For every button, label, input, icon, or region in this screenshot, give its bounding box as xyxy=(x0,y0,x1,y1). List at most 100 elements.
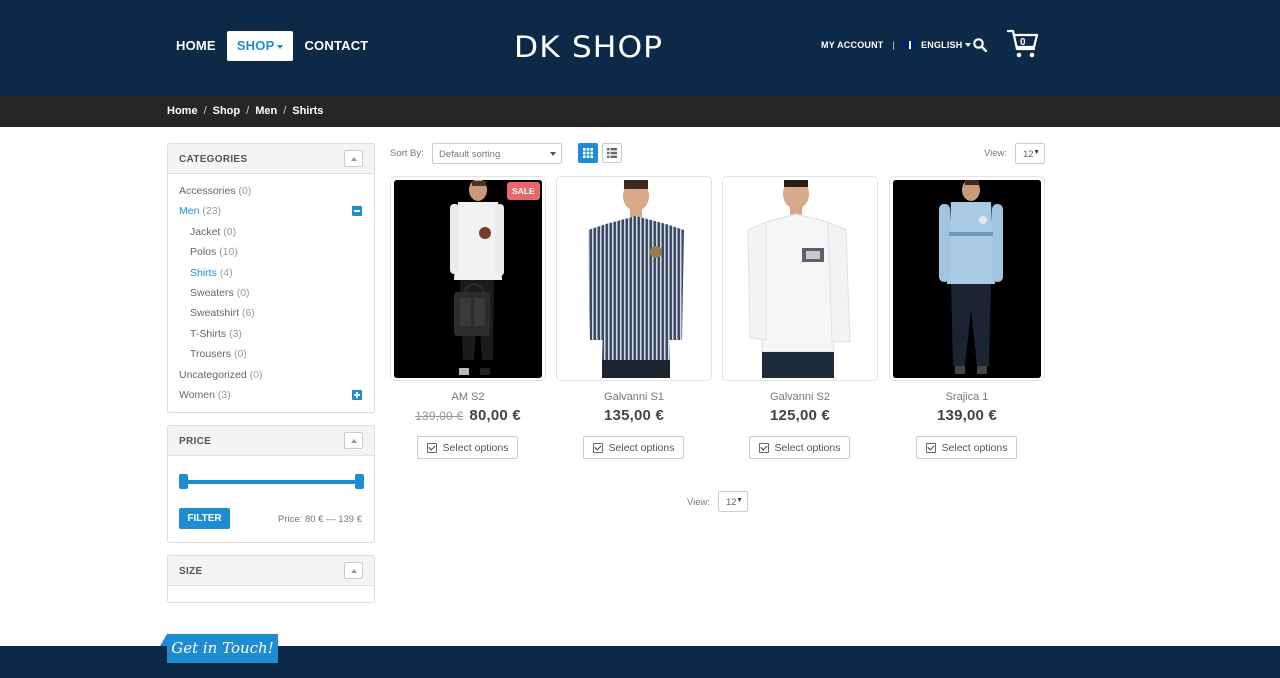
breadcrumb-bar: Home / Shop / Men / Shirts xyxy=(0,96,1280,127)
select-options-button[interactable]: Select options xyxy=(583,436,684,459)
product-name[interactable]: AM S2 xyxy=(390,391,546,403)
site-logo[interactable]: DK SHOP xyxy=(514,30,663,64)
slider-min-handle[interactable] xyxy=(179,474,188,489)
widget-header: PRICE xyxy=(168,426,374,456)
category-list: Accessories (0) Men (23) Jacket (0) Polo… xyxy=(168,174,374,408)
category-tshirts[interactable]: T-Shirts (3) xyxy=(168,327,374,347)
category-sweaters[interactable]: Sweaters (0) xyxy=(168,286,374,306)
categories-widget: CATEGORIES Accessories (0) Men (23) Jack… xyxy=(167,143,375,413)
category-uncategorized[interactable]: Uncategorized (0) xyxy=(168,368,374,388)
widget-header: CATEGORIES xyxy=(168,144,374,174)
select-options-button[interactable]: Select options xyxy=(417,436,518,459)
product-image[interactable] xyxy=(722,176,878,381)
language-label: ENGLISH xyxy=(921,40,963,50)
breadcrumb-men[interactable]: Men xyxy=(255,105,277,117)
product-image[interactable] xyxy=(889,176,1045,381)
breadcrumb-shop[interactable]: Shop xyxy=(213,105,241,117)
category-accessories[interactable]: Accessories (0) xyxy=(168,184,374,204)
price-title: PRICE xyxy=(179,436,212,447)
breadcrumb-home[interactable]: Home xyxy=(167,105,198,117)
category-sweatshirt[interactable]: Sweatshirt (6) xyxy=(168,306,374,326)
language-selector[interactable]: ENGLISH xyxy=(904,40,972,50)
view-label: View: xyxy=(984,148,1008,159)
get-in-touch-tab[interactable]: Get in Touch! xyxy=(160,634,278,663)
collapse-button[interactable] xyxy=(344,562,363,579)
product-price: 139,00 € 80,00 € xyxy=(390,407,546,424)
collapse-minus-icon[interactable] xyxy=(352,206,362,217)
select-options-button[interactable]: Select options xyxy=(749,436,850,459)
product-photo-srajica-1 xyxy=(893,180,1041,378)
my-account-link[interactable]: MY ACCOUNT xyxy=(821,40,884,50)
category-women[interactable]: Women (3) xyxy=(168,388,374,408)
account-bar: MY ACCOUNT | ENGLISH xyxy=(821,40,972,50)
product-image[interactable] xyxy=(556,176,712,381)
collapse-button[interactable] xyxy=(344,432,363,449)
search-icon[interactable] xyxy=(973,38,987,52)
nav-shop[interactable]: SHOP xyxy=(226,31,294,61)
price-widget: PRICE FILTER Price: 80 € — 139 € xyxy=(167,425,375,543)
check-square-icon xyxy=(925,442,936,453)
filter-button[interactable]: FILTER xyxy=(179,508,230,529)
divider: | xyxy=(892,40,896,50)
caret-down-icon xyxy=(550,152,556,156)
product-name[interactable]: Galvanni S1 xyxy=(556,391,712,403)
price-slider[interactable] xyxy=(179,474,364,489)
select-options-button[interactable]: Select options xyxy=(916,436,1017,459)
nav-contact[interactable]: CONTACT xyxy=(295,31,377,61)
old-price: 139,00 € xyxy=(415,409,464,423)
check-square-icon xyxy=(758,442,769,453)
product-price: 135,00 € xyxy=(604,407,664,424)
view-count-value: 12 xyxy=(726,497,737,508)
category-jacket[interactable]: Jacket (0) xyxy=(168,225,374,245)
product-name[interactable]: Srajica 1 xyxy=(889,391,1045,403)
product-photo-galvanni-s1 xyxy=(588,180,684,378)
category-shirts[interactable]: Shirts (4) xyxy=(168,266,374,286)
sale-price: 80,00 € xyxy=(469,407,521,424)
view-count-select-bottom[interactable]: 12 ▼ xyxy=(718,491,748,512)
collapse-button[interactable] xyxy=(344,150,363,167)
breadcrumb-separator: / xyxy=(283,105,287,117)
product-price: 139,00 € xyxy=(937,407,997,424)
list-icon xyxy=(607,148,617,158)
caret-down-icon xyxy=(277,44,284,49)
check-square-icon xyxy=(592,442,603,453)
breadcrumb-separator: / xyxy=(246,105,250,117)
cart-count: 0 xyxy=(1020,37,1026,48)
caret-down-icon xyxy=(965,43,972,47)
grid-view-button[interactable] xyxy=(578,143,598,163)
category-trousers[interactable]: Trousers (0) xyxy=(168,347,374,367)
sort-label: Sort By: xyxy=(390,148,424,159)
breadcrumb: Home / Shop / Men / Shirts xyxy=(167,105,323,117)
view-label-bottom: View: xyxy=(687,497,711,508)
slider-max-handle[interactable] xyxy=(355,474,364,489)
nav-shop-label: SHOP xyxy=(236,38,275,53)
sort-select[interactable]: Default sorting xyxy=(432,143,562,164)
price-range-text: Price: 80 € — 139 € xyxy=(278,514,362,525)
main-nav: HOME SHOP CONTACT xyxy=(167,31,377,61)
list-view-button[interactable] xyxy=(602,143,622,163)
cart-button[interactable]: 0 xyxy=(1006,27,1040,61)
view-count-select[interactable]: 12 ▼ xyxy=(1015,143,1045,164)
category-men[interactable]: Men (23) xyxy=(168,204,374,224)
caret-down-icon: ▼ xyxy=(736,497,743,504)
category-polos[interactable]: Polos (10) xyxy=(168,245,374,265)
sort-value: Default sorting xyxy=(439,149,501,160)
product-photo-galvanni-s2 xyxy=(747,180,851,378)
grid-icon xyxy=(583,148,593,158)
uk-flag-icon xyxy=(904,41,917,49)
view-count-value: 12 xyxy=(1023,149,1034,160)
size-widget: SIZE xyxy=(167,555,375,603)
product-name[interactable]: Galvanni S2 xyxy=(722,391,878,403)
check-square-icon xyxy=(426,442,437,453)
caret-down-icon: ▼ xyxy=(1033,149,1040,156)
widget-header: SIZE xyxy=(168,556,374,586)
nav-home[interactable]: HOME xyxy=(167,31,225,61)
product-image[interactable]: SALE xyxy=(390,176,546,381)
product-price: 125,00 € xyxy=(770,407,830,424)
sale-badge: SALE xyxy=(507,182,540,200)
breadcrumb-separator: / xyxy=(203,105,207,117)
size-title: SIZE xyxy=(179,566,203,577)
expand-plus-icon[interactable] xyxy=(352,389,362,400)
site-header: HOME SHOP CONTACT DK SHOP MY ACCOUNT | E… xyxy=(0,0,1280,96)
product-photo-am-s2 xyxy=(394,180,542,378)
